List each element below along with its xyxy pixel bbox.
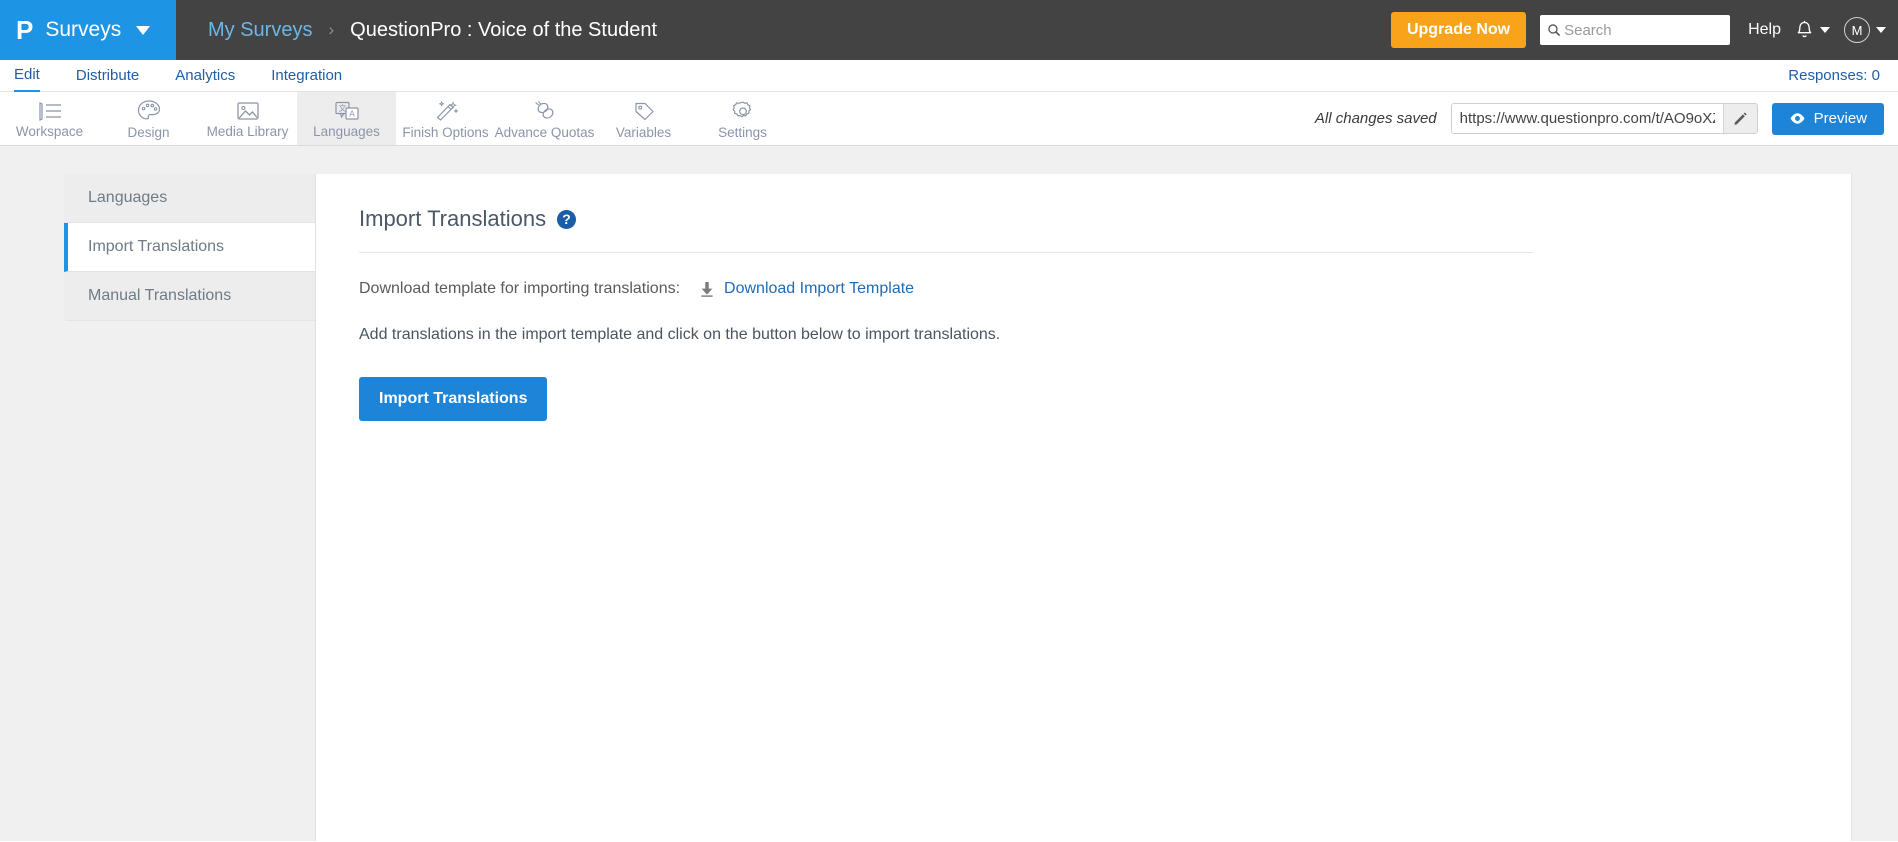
toolbar-item-media-library[interactable]: Media Library [198,92,297,145]
eye-icon [1790,113,1805,124]
responses-counter: Responses: 0 [1788,67,1880,84]
toolbar-item-finish-options[interactable]: Finish Options [396,92,495,145]
download-template-row: Download template for importing translat… [359,280,1811,298]
sidebar-item-label: Import Translations [88,238,225,255]
help-link[interactable]: Help [1748,21,1781,39]
bell-icon [1797,20,1812,37]
download-import-template-link[interactable]: Download Import Template [700,280,914,298]
sidebar-item-manual-translations[interactable]: Manual Translations [64,272,315,321]
edit-url-button[interactable] [1722,104,1757,133]
questionpro-logo-icon: P [16,15,33,45]
toolbar-label: Settings [718,124,767,140]
editor-toolbar: Workspace Design Media Library 文 A Langu… [0,92,1898,146]
chevron-down-icon [1876,27,1886,33]
toolbar-label: Variables [615,124,672,140]
pencil-icon [1734,112,1747,125]
import-translations-button[interactable]: Import Translations [359,377,548,421]
gear-icon [732,101,751,117]
instruction-text: Add translations in the import template … [359,326,1001,343]
svg-text:A: A [349,110,355,119]
survey-url-input[interactable] [1451,104,1723,133]
link-chain-icon [534,100,553,119]
magic-wand-icon [436,100,459,121]
toolbar-label: Workspace [15,124,84,139]
toolbar-item-settings[interactable]: Settings [693,92,792,145]
toolbar-item-advance-quotas[interactable]: Advance Quotas [495,92,594,145]
toolbar-label: Design [127,125,170,140]
sidebar-item-label: Manual Translations [88,287,232,304]
page-body: Languages Import Translations Manual Tra… [0,146,1898,841]
toolbar-label: Media Library [206,124,289,139]
nav-item-analytics[interactable]: Analytics [175,61,235,91]
download-link-label: Download Import Template [724,280,915,297]
title-divider [359,252,1533,253]
right-gutter [1852,174,1898,841]
nav-item-distribute[interactable]: Distribute [76,61,139,91]
top-header-bar: P Surveys My Surveys › QuestionPro : Voi… [0,0,1898,60]
import-translations-panel: Import Translations ? Download template … [316,174,1852,841]
secondary-nav: Edit Distribute Analytics Integration Re… [0,60,1898,92]
toolbar-label: Advance Quotas [494,124,595,140]
sidebar-item-import-translations[interactable]: Import Translations [64,223,315,272]
page-title-text: Import Translations [359,206,547,231]
toolbar-label: Languages [313,124,380,139]
help-icon[interactable]: ? [557,209,577,229]
page-title: Import Translations ? [359,206,1811,232]
breadcrumb-current-survey: QuestionPro : Voice of the Student [350,18,658,41]
save-status-text: All changes saved [1314,110,1437,127]
account-menu[interactable]: M [1844,17,1886,43]
svg-text:文: 文 [338,103,346,113]
toolbar-item-languages[interactable]: 文 A Languages [297,92,396,145]
search-input[interactable] [1564,21,1724,39]
nav-item-integration[interactable]: Integration [271,61,342,91]
survey-url-box[interactable] [1450,103,1758,134]
chevron-right-icon: › [328,20,335,39]
image-icon [236,102,259,120]
translate-icon: 文 A [334,101,359,120]
languages-sidebar: Languages Import Translations Manual Tra… [64,174,316,841]
search-box[interactable] [1540,15,1731,45]
toolbar-item-design[interactable]: Design [99,92,198,145]
tag-icon [634,102,654,120]
preview-button[interactable]: Preview [1771,102,1884,135]
toolbar-item-variables[interactable]: Variables [594,92,693,145]
brand-home-button[interactable]: P Surveys [0,0,176,60]
notifications-menu[interactable] [1795,20,1830,41]
download-prompt-text: Download template for importing translat… [359,280,681,297]
download-icon [701,282,713,297]
breadcrumb: My Surveys › QuestionPro : Voice of the … [176,19,1391,42]
preview-label: Preview [1813,110,1867,127]
upgrade-now-button[interactable]: Upgrade Now [1390,12,1527,48]
brand-label: Surveys [45,18,122,41]
header-actions: Upgrade Now Help M [1390,12,1898,48]
avatar: M [1844,17,1870,43]
toolbar-right-actions: All changes saved Preview [1315,92,1898,145]
sidebar-item-label: Languages [88,189,168,206]
nav-item-edit[interactable]: Edit [14,60,40,92]
chevron-down-icon [1820,27,1830,33]
chevron-down-icon[interactable] [136,25,151,35]
palette-icon [137,100,160,120]
sidebar-item-languages[interactable]: Languages [64,174,315,223]
workspace-icon [38,102,61,121]
toolbar-label: Finish Options [402,124,489,140]
toolbar-item-workspace[interactable]: Workspace [0,92,99,145]
breadcrumb-my-surveys[interactable]: My Surveys [208,19,312,42]
search-icon [1548,24,1561,37]
